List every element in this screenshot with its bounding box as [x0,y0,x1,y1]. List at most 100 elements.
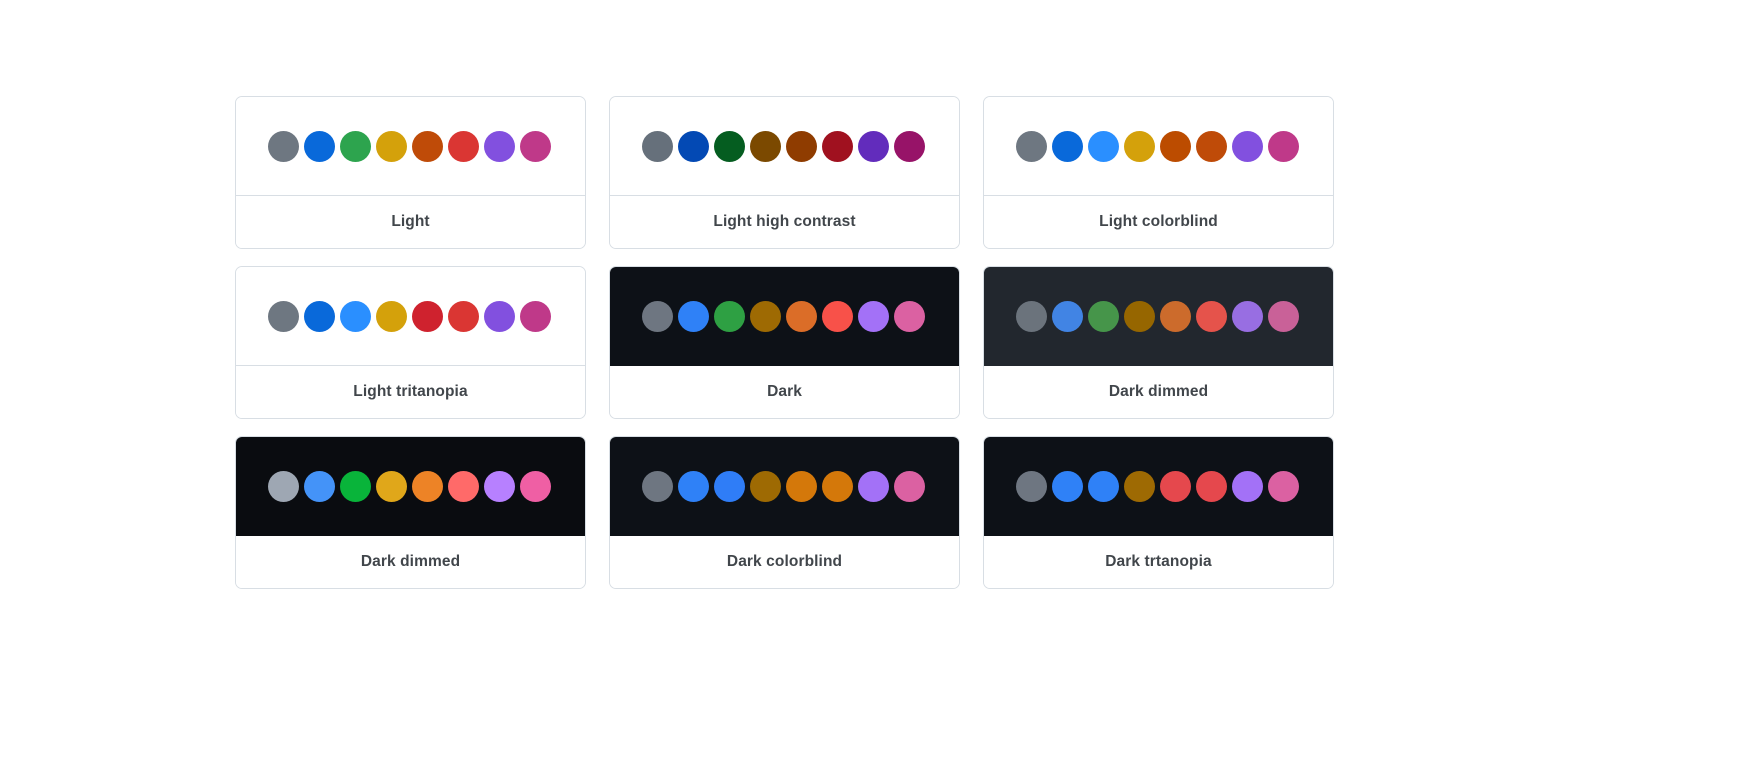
theme-card-8[interactable]: Dark trtanopia [983,436,1334,589]
color-swatch [822,130,853,162]
color-swatch [520,130,551,162]
color-swatch [340,471,371,502]
theme-card-3[interactable]: Light tritanopia [235,266,586,419]
color-swatch [340,300,371,332]
color-swatch [268,471,299,502]
theme-name: Dark colorblind [726,553,843,570]
theme-name: Dark trtanopia [1105,553,1212,570]
color-swatch [1088,130,1119,162]
color-swatch [1052,471,1083,502]
color-swatch [1268,471,1299,502]
theme-card-4[interactable]: Dark [609,266,960,419]
color-swatch [1052,301,1083,332]
color-swatch [448,300,479,332]
theme-card-1[interactable]: Light high contrast [609,96,960,249]
theme-card-7[interactable]: Dark colorblind [609,436,960,589]
color-swatch [412,300,443,332]
theme-swatch-row [236,267,585,366]
color-swatch [1160,130,1191,162]
color-swatch [484,471,515,502]
color-swatch [520,300,551,332]
color-swatch [678,471,709,502]
color-swatch [520,471,551,502]
color-swatch [750,471,781,502]
theme-name: Light [391,213,430,230]
theme-name: Light high contrast [713,213,856,230]
color-swatch [1232,301,1263,332]
color-swatch [1124,301,1155,332]
color-swatch [858,471,889,502]
color-swatch [448,130,479,162]
theme-swatch-row [610,437,959,536]
theme-label-area: Light high contrast [610,196,959,248]
color-swatch [448,471,479,502]
theme-label-area: Dark [610,366,959,418]
theme-card-6[interactable]: Dark dimmed [235,436,586,589]
color-swatch [858,130,889,162]
color-swatch [1196,301,1227,332]
color-swatch [894,130,925,162]
color-swatch [642,471,673,502]
color-swatch [304,471,335,502]
color-swatch [268,130,299,162]
color-swatch [1232,471,1263,502]
theme-label-area: Dark dimmed [236,536,585,588]
color-swatch [1268,130,1299,162]
theme-name: Light colorblind [1099,213,1218,230]
color-swatch [1052,130,1083,162]
color-swatch [1016,301,1047,332]
color-swatch [894,471,925,502]
color-swatch [1016,130,1047,162]
color-swatch [642,130,673,162]
color-swatch [786,471,817,502]
color-swatch [642,301,673,332]
theme-preview-grid: Light Light high contrast Light colorblind… [235,96,1335,589]
color-swatch [376,130,407,162]
color-swatch [1088,471,1119,502]
theme-name: Dark [767,383,802,400]
theme-swatch-row [236,437,585,536]
theme-label-area: Dark dimmed [984,366,1333,418]
color-swatch [894,301,925,332]
theme-card-0[interactable]: Light [235,96,586,249]
theme-label-area: Dark colorblind [610,536,959,588]
color-swatch [786,130,817,162]
theme-swatch-row [984,267,1333,366]
theme-label-area: Light [236,196,585,248]
color-swatch [1088,301,1119,332]
color-swatch [1196,471,1227,502]
color-swatch [484,300,515,332]
color-swatch [822,471,853,502]
theme-label-area: Dark trtanopia [984,536,1333,588]
color-swatch [714,130,745,162]
theme-swatch-row [984,437,1333,536]
theme-swatch-row [984,97,1333,196]
theme-swatch-row [610,97,959,196]
theme-card-5[interactable]: Dark dimmed [983,266,1334,419]
color-swatch [1124,471,1155,502]
theme-card-2[interactable]: Light colorblind [983,96,1334,249]
theme-name: Dark dimmed [360,553,461,570]
color-swatch [858,301,889,332]
color-swatch [1124,130,1155,162]
theme-name: Light tritanopia [353,383,468,400]
color-swatch [1268,301,1299,332]
color-swatch [1160,301,1191,332]
theme-swatch-row [610,267,959,366]
color-swatch [678,130,709,162]
color-swatch [714,301,745,332]
color-swatch [412,471,443,502]
color-swatch [714,471,745,502]
color-swatch [304,130,335,162]
color-swatch [750,301,781,332]
color-swatch [340,130,371,162]
theme-name: Dark dimmed [1108,383,1209,400]
theme-label-area: Light tritanopia [236,366,585,418]
color-swatch [1232,130,1263,162]
color-swatch [412,130,443,162]
theme-label-area: Light colorblind [984,196,1333,248]
color-swatch [1016,471,1047,502]
color-swatch [1160,471,1191,502]
color-swatch [1196,130,1227,162]
color-swatch [376,471,407,502]
